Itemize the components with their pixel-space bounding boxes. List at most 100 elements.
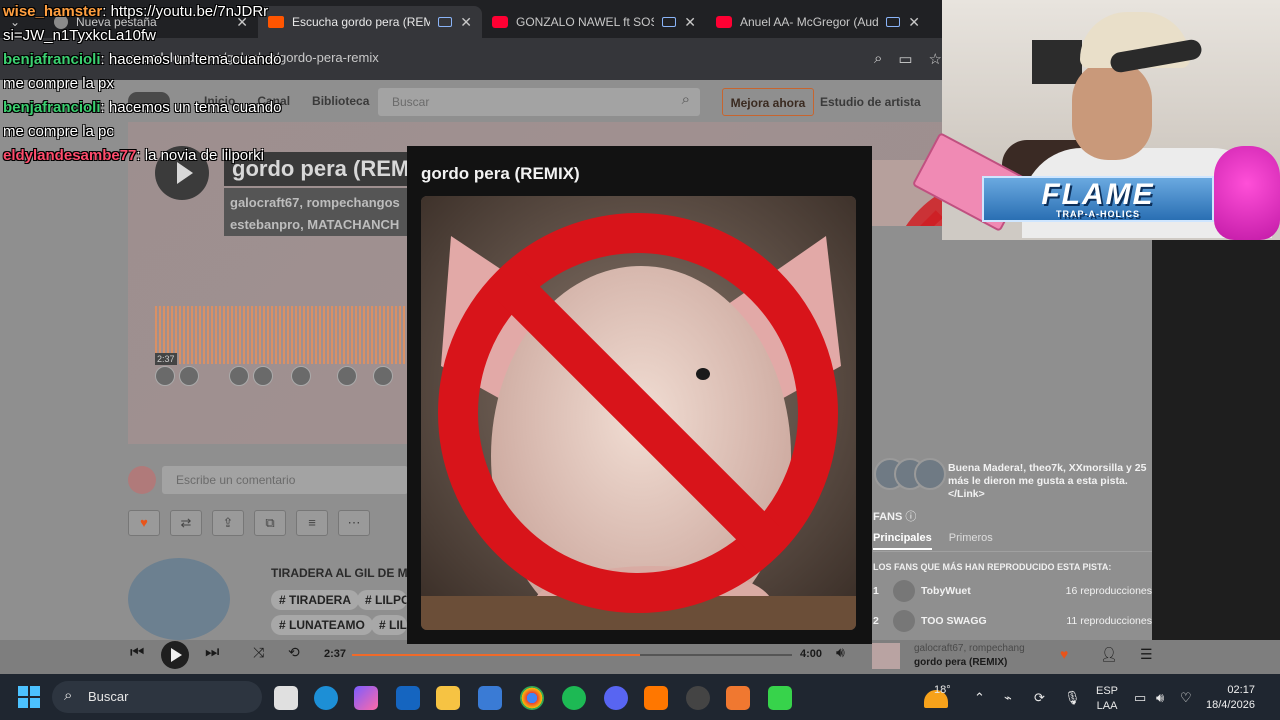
chat-message: eldylandesambe77: la novia de lilporki	[3, 147, 264, 164]
repeat-icon[interactable]: ⟲	[288, 644, 300, 661]
like-icon[interactable]: ♥	[1060, 646, 1068, 662]
tab-label: Anuel AA- McGregor (Audi	[740, 15, 879, 29]
waveform-time: 2:37	[155, 353, 177, 365]
next-icon[interactable]: ⏭	[205, 644, 219, 662]
notifications-icon[interactable]: ♡	[1180, 690, 1192, 706]
youtube-icon	[716, 16, 732, 28]
related-track-cover[interactable]	[128, 558, 230, 640]
file-explorer-icon[interactable]	[436, 686, 460, 710]
media-playing-icon[interactable]	[662, 17, 677, 27]
shuffle-icon[interactable]: ⤨	[253, 644, 264, 661]
flame-logo: FLAME TRAP-A-HOLICS	[982, 176, 1214, 222]
follow-user-icon[interactable]: 👤︎	[1100, 646, 1118, 663]
comment-input[interactable]: Escribe un comentario	[162, 466, 408, 494]
avatar[interactable]	[373, 366, 393, 386]
search-icon[interactable]: ⌕	[682, 91, 690, 108]
avatar[interactable]	[253, 366, 273, 386]
tag[interactable]: # LILPO	[357, 590, 407, 610]
system-clock[interactable]: 02:17 18/4/2026	[1206, 683, 1255, 713]
avatar	[893, 610, 915, 632]
share-button[interactable]: ⇪	[212, 510, 244, 536]
info-icon[interactable]: ⓘ	[905, 511, 916, 523]
obs-icon[interactable]	[686, 686, 710, 710]
progress-bar[interactable]	[352, 654, 792, 656]
media-playing-icon[interactable]	[886, 17, 901, 27]
kick-icon[interactable]	[768, 686, 792, 710]
youtube-icon	[492, 16, 508, 28]
avatar[interactable]	[229, 366, 249, 386]
chevron-up-icon[interactable]: ⌃	[974, 690, 985, 706]
previous-icon[interactable]: ⏮	[130, 644, 144, 662]
volume-icon[interactable]: 🔊︎	[1156, 690, 1164, 706]
fl-studio-icon[interactable]	[726, 686, 750, 710]
fan-row[interactable]: 2 TOO SWAGG 11 reproducciones	[873, 610, 1152, 632]
avatar[interactable]	[291, 366, 311, 386]
avatar[interactable]	[155, 366, 175, 386]
like-button[interactable]: ♥	[128, 510, 160, 536]
track-actions: ♥ ⇄ ⇪ ⧉ ≡ ⋯	[128, 510, 370, 536]
tag[interactable]: # TIRADERA	[271, 590, 360, 610]
network-icon[interactable]: ⌁	[1004, 690, 1012, 706]
tab-first-fans[interactable]: Primeros	[949, 532, 993, 544]
nav-library[interactable]: Biblioteca	[312, 94, 369, 108]
modal-title: gordo pera (REMIX)	[421, 164, 580, 183]
player-play-button[interactable]	[161, 641, 189, 669]
display-icon[interactable]: ▭	[1134, 690, 1146, 706]
sync-icon[interactable]: ⟳	[1034, 690, 1045, 706]
likes-text: Buena Madera!, theo7k, XXmorsilla y 25 m…	[948, 462, 1147, 500]
media-playing-icon[interactable]	[438, 17, 453, 27]
tab-youtube-gonzalo[interactable]: GONZALO NAWEL ft SOSSA ✕	[482, 6, 706, 38]
edge-icon[interactable]	[314, 686, 338, 710]
soundcloud-search-input[interactable]: Buscar ⌕	[378, 88, 700, 116]
windows-start-icon[interactable]	[18, 686, 40, 708]
close-icon[interactable]: ✕	[460, 14, 472, 31]
bookmark-star-icon[interactable]: ☆	[929, 50, 942, 68]
microphone-icon[interactable]: 🎙︎	[1064, 690, 1081, 706]
artist-studio-link[interactable]: Estudio de artista	[820, 95, 921, 109]
volume-icon[interactable]: 🔊︎	[836, 644, 845, 661]
add-to-next-up-button[interactable]: ≡	[296, 510, 328, 536]
address-bar-actions: ⌕ ▭ ☆	[874, 50, 942, 68]
related-track-title[interactable]: TIRADERA AL GIL DE MIE	[271, 566, 419, 580]
copy-link-button[interactable]: ⧉	[254, 510, 286, 536]
soundcloud-app-icon[interactable]	[644, 686, 668, 710]
tag[interactable]: # LIL	[371, 615, 407, 635]
chat-message: benjafrancioli: hacemos un tema cuando m…	[3, 99, 282, 140]
copilot-icon[interactable]	[354, 686, 378, 710]
duration-time: 4:00	[800, 648, 823, 660]
waveform[interactable]	[155, 306, 405, 364]
avatar[interactable]	[179, 366, 199, 386]
spotify-icon[interactable]	[562, 686, 586, 710]
repost-button[interactable]: ⇄	[170, 510, 202, 536]
cast-icon[interactable]: ▭	[898, 50, 912, 68]
queue-icon[interactable]: ☰	[1140, 646, 1153, 663]
language-indicator[interactable]: ESP LAA	[1096, 684, 1118, 714]
now-playing-title[interactable]: gordo pera (REMIX)	[914, 657, 1007, 668]
avatar[interactable]	[914, 458, 946, 490]
avatar[interactable]	[337, 366, 357, 386]
player-bar	[0, 640, 1280, 674]
task-view-icon[interactable]	[274, 686, 298, 710]
now-playing-artwork[interactable]	[872, 643, 900, 669]
close-icon[interactable]: ✕	[684, 14, 696, 31]
chat-message: wise_hamster: https://youtu.be/7nJDRr si…	[3, 3, 269, 44]
discord-icon[interactable]	[604, 686, 628, 710]
store-icon[interactable]	[478, 686, 502, 710]
close-icon[interactable]: ✕	[908, 14, 920, 31]
avatar	[128, 466, 156, 494]
taskbar-search[interactable]: ⌕ Buscar	[52, 681, 262, 713]
tab-youtube-anuel[interactable]: Anuel AA- McGregor (Audi ✕	[706, 6, 930, 38]
tab-top-fans[interactable]: Principales	[873, 532, 932, 550]
fan-row[interactable]: 1 TobyWuet 16 reproducciones	[873, 580, 1152, 602]
tab-label: Escucha gordo pera (REMIX	[292, 15, 431, 29]
zoom-icon[interactable]: ⌕	[874, 50, 882, 68]
now-playing-artist[interactable]: galocraft67, rompechang	[914, 643, 1025, 654]
sidebar	[872, 226, 1152, 640]
chrome-icon[interactable]	[520, 686, 544, 710]
more-button[interactable]: ⋯	[338, 510, 370, 536]
outlook-icon[interactable]	[396, 686, 420, 710]
upgrade-button[interactable]: Mejora ahora	[722, 88, 814, 116]
avatar	[893, 580, 915, 602]
tag[interactable]: # LUNATEAMO	[271, 615, 373, 635]
fans-tabs: Principales Primeros	[873, 532, 1152, 552]
